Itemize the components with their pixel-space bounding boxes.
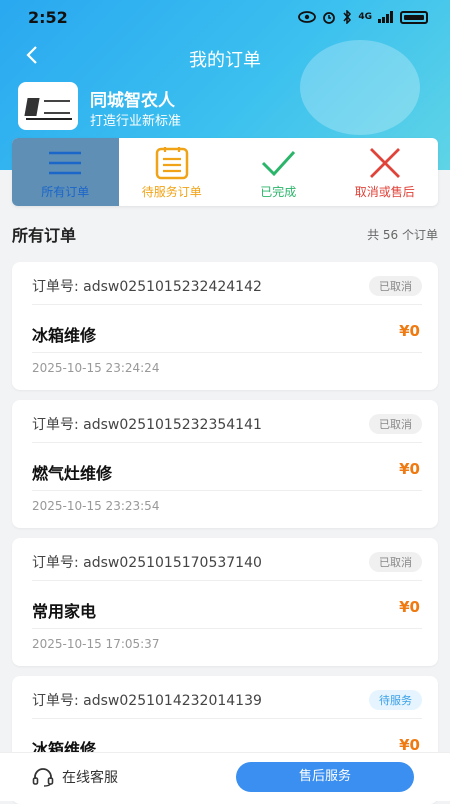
order-card[interactable]: 订单号: adsw0251015232354141 已取消 燃气灶维修 ¥0 2… <box>12 400 438 528</box>
tab-label: 所有订单 <box>41 185 90 199</box>
nav-bar: 我的订单 <box>0 40 450 76</box>
list-header: 所有订单 共 56 个订单 <box>12 222 438 246</box>
divider <box>32 442 422 443</box>
status-bar: 2:52 4G <box>0 0 450 36</box>
status-time: 2:52 <box>28 8 68 27</box>
store-slogan: 打造行业新标准 <box>90 114 182 129</box>
tab-label: 已完成 <box>260 185 297 199</box>
bottom-bar: 在线客服 售后服务 <box>0 752 450 801</box>
tab-label: 待服务订单 <box>141 185 202 199</box>
status-badge: 已取消 <box>369 414 422 434</box>
tab-cancelled-after-sales[interactable]: 取消或售后 <box>332 138 439 206</box>
document-icon <box>155 147 188 180</box>
order-price: ¥0 <box>399 460 420 478</box>
after-sales-button[interactable]: 售后服务 <box>236 762 414 792</box>
order-time: 2025-10-15 23:24:24 <box>32 361 160 375</box>
alarm-icon <box>323 12 336 24</box>
status-badge: 已取消 <box>369 552 422 572</box>
divider <box>32 490 422 491</box>
customer-service-label: 在线客服 <box>62 770 118 786</box>
page-title: 我的订单 <box>189 50 261 71</box>
order-card[interactable]: 订单号: adsw0251015170537140 已取消 常用家电 ¥0 20… <box>12 538 438 666</box>
checkmark-icon <box>262 150 296 177</box>
bluetooth-icon <box>343 10 352 24</box>
divider <box>32 352 422 353</box>
list-title: 所有订单 <box>12 226 77 245</box>
order-number: 订单号: adsw0251015232354141 <box>32 417 262 433</box>
headset-icon <box>32 768 54 787</box>
store-name: 同城智农人 <box>90 91 175 111</box>
service-name: 燃气灶维修 <box>32 464 113 483</box>
tab-label: 取消或售后 <box>354 185 415 199</box>
order-time: 2025-10-15 17:05:37 <box>32 637 160 651</box>
tab-completed[interactable]: 已完成 <box>225 138 332 206</box>
order-card[interactable]: 订单号: adsw0251015232424142 已取消 冰箱维修 ¥0 20… <box>12 262 438 390</box>
status-badge: 已取消 <box>369 276 422 296</box>
order-price: ¥0 <box>399 598 420 616</box>
order-number: 订单号: adsw0251015232424142 <box>32 279 262 295</box>
network-type: 4G <box>358 12 372 22</box>
cross-icon <box>369 148 400 178</box>
service-name: 冰箱维修 <box>32 326 97 345</box>
list-icon <box>49 151 82 175</box>
tab-all-orders[interactable]: 所有订单 <box>12 138 119 206</box>
order-number: 订单号: adsw0251014232014139 <box>32 693 262 709</box>
store-logo <box>18 82 78 130</box>
order-price: ¥0 <box>399 322 420 340</box>
battery-icon <box>400 10 428 24</box>
divider <box>32 628 422 629</box>
divider <box>32 718 422 719</box>
customer-service-button[interactable]: 在线客服 <box>32 767 118 787</box>
divider <box>32 304 422 305</box>
eye-icon <box>298 11 317 23</box>
order-time: 2025-10-15 23:23:54 <box>32 499 160 513</box>
tab-pending-service[interactable]: 待服务订单 <box>119 138 226 206</box>
service-name: 常用家电 <box>32 602 97 621</box>
order-count: 共 56 个订单 <box>367 228 438 242</box>
status-badge: 待服务 <box>369 690 422 710</box>
status-icons: 4G <box>298 10 428 24</box>
order-tabs: 所有订单 待服务订单 已完成 取消或售后 <box>12 138 438 206</box>
divider <box>32 580 422 581</box>
order-number: 订单号: adsw0251015170537140 <box>32 555 262 571</box>
signal-icon <box>378 11 393 23</box>
